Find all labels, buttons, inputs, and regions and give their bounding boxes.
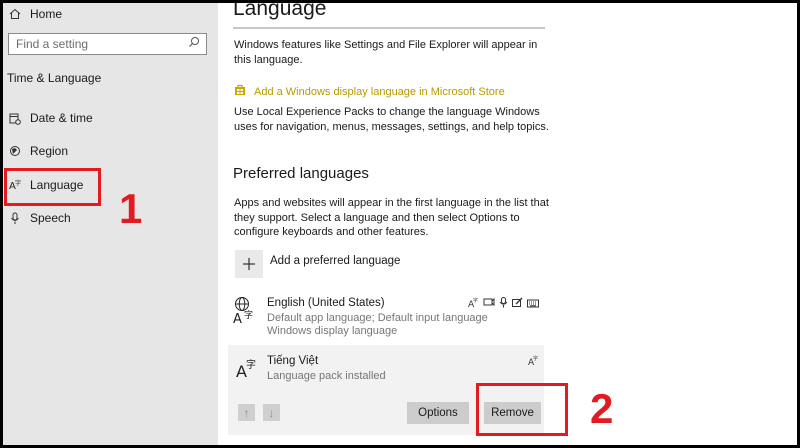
move-up-button[interactable]: ↑ xyxy=(238,404,255,421)
svg-text:A: A xyxy=(233,312,242,324)
svg-text:字: 字 xyxy=(244,309,253,321)
svg-text:字: 字 xyxy=(246,358,256,371)
feature-icons: A字 xyxy=(468,295,539,313)
microphone-icon xyxy=(8,211,22,225)
sidebar-item-date-time[interactable]: Date & time xyxy=(3,111,93,125)
language-detail: Language pack installed xyxy=(267,370,386,382)
svg-text:字: 字 xyxy=(533,355,538,362)
sidebar-item-region[interactable]: Region xyxy=(3,144,68,158)
preferred-languages-description: Apps and websites will appear in the fir… xyxy=(234,197,549,238)
language-detail: Windows display language xyxy=(267,325,398,337)
language-item-english[interactable]: A字 English (United States) Default app l… xyxy=(228,293,544,339)
microphone-icon xyxy=(499,295,508,313)
handwriting-icon xyxy=(512,295,523,313)
calendar-clock-icon xyxy=(8,111,22,125)
sidebar-home[interactable]: Home xyxy=(3,7,62,21)
sidebar-item-label: Region xyxy=(30,144,69,158)
search-icon[interactable] xyxy=(188,35,200,53)
move-down-button[interactable]: ↓ xyxy=(263,404,280,421)
highlight-box-language xyxy=(4,168,101,206)
plus-icon[interactable] xyxy=(235,250,263,278)
store-icon xyxy=(234,84,246,99)
add-language-button[interactable]: Add a preferred language xyxy=(235,250,400,278)
sidebar-item-label: Speech xyxy=(30,211,71,225)
home-icon xyxy=(8,7,22,21)
main-content: Language Windows features like Settings … xyxy=(218,3,797,445)
language-glyph-icon: A字 xyxy=(233,296,257,329)
settings-window: Home Time & Language Date & time Region … xyxy=(3,3,797,445)
display-language-description: Windows features like Settings and File … xyxy=(234,39,538,66)
sidebar-section-title: Time & Language xyxy=(7,71,102,85)
sidebar-item-label: Date & time xyxy=(30,111,93,125)
highlight-box-remove xyxy=(476,383,568,436)
step-number-1: 1 xyxy=(119,185,143,232)
title-divider xyxy=(233,27,545,29)
preferred-languages-heading: Preferred languages xyxy=(233,165,369,182)
globe-region-icon xyxy=(8,144,22,158)
search-input[interactable] xyxy=(16,37,176,51)
step-number-2: 2 xyxy=(590,385,614,432)
language-pack-glyph-icon: A字 xyxy=(236,357,258,384)
speech-icon xyxy=(483,295,495,313)
sidebar: Home Time & Language Date & time Region … xyxy=(3,3,218,445)
language-pack-icon: A字 xyxy=(528,353,539,371)
store-link-label[interactable]: Add a Windows display language in Micros… xyxy=(254,86,505,98)
store-description: Use Local Experience Packs to change the… xyxy=(234,106,549,133)
language-name: English (United States) xyxy=(267,297,385,309)
search-box[interactable] xyxy=(8,33,207,55)
sidebar-item-speech[interactable]: Speech xyxy=(3,211,71,225)
language-pack-icon: A字 xyxy=(468,295,479,313)
language-name: Tiếng Việt xyxy=(267,355,319,367)
svg-text:字: 字 xyxy=(473,297,478,304)
add-language-label[interactable]: Add a preferred language xyxy=(270,255,400,267)
options-button[interactable]: Options xyxy=(407,402,469,424)
store-link[interactable]: Add a Windows display language in Micros… xyxy=(234,84,505,99)
page-title: Language xyxy=(233,3,327,20)
keyboard-icon xyxy=(527,295,539,313)
sidebar-home-label: Home xyxy=(30,7,63,21)
language-detail: Default app language; Default input lang… xyxy=(267,312,488,324)
